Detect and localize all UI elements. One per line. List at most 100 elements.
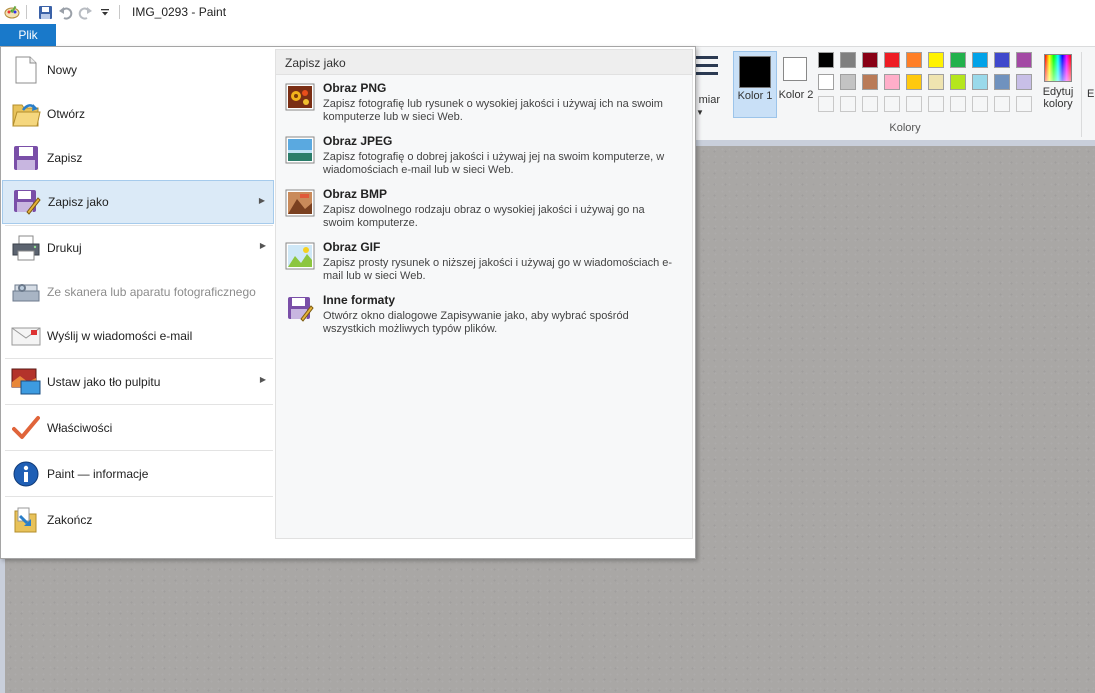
color2-label: Kolor 2 (778, 89, 814, 101)
titlebar-divider (119, 5, 120, 19)
save-as-option-png[interactable]: Obraz PNG Zapisz fotografię lub rysunek … (282, 81, 686, 131)
save-as-option-title: Inne formaty (323, 293, 396, 307)
menu-item-scanner[interactable]: Ze skanera lub aparatu fotograficznego (2, 270, 274, 314)
menu-item-about[interactable]: Paint — informacje (2, 452, 274, 496)
window-title: IMG_0293 - Paint (132, 5, 227, 19)
scanner-icon (11, 277, 41, 307)
palette-swatch[interactable] (928, 74, 944, 90)
save-as-option-gif[interactable]: Obraz GIF Zapisz prosty rysunek o niższe… (282, 240, 686, 290)
palette-custom-slot[interactable] (906, 96, 922, 112)
save-as-option-description: Zapisz prosty rysunek o niższej jakości … (323, 257, 673, 282)
menu-divider (5, 404, 273, 405)
save-as-option-description: Otwórz okno dialogowe Zapisywanie jako, … (323, 310, 629, 335)
menu-item-open[interactable]: Otwórz (2, 92, 274, 136)
save-as-option-jpeg[interactable]: Obraz JPEG Zapisz fotografię o dobrej ja… (282, 134, 686, 184)
palette-custom-slot[interactable] (818, 96, 834, 112)
color1-label: Kolor 1 (737, 90, 773, 102)
colors-group-label: Kolory (889, 122, 921, 134)
palette-swatch[interactable] (906, 52, 922, 68)
color-spectrum-icon (1044, 54, 1072, 82)
menu-item-label: Otwórz (47, 107, 86, 121)
palette-swatch[interactable] (818, 52, 834, 68)
save-as-option-title: Obraz JPEG (323, 134, 393, 148)
palette-swatch[interactable] (972, 52, 988, 68)
save-as-option-description: Zapisz fotografię lub rysunek o wysokiej… (323, 98, 663, 123)
color1-button[interactable]: Kolor 1 (733, 51, 777, 118)
other-formats-icon (285, 295, 315, 325)
redo-icon[interactable] (77, 4, 93, 20)
color2-button[interactable]: Kolor 2 (778, 51, 814, 116)
submenu-arrow-icon: ▶ (258, 196, 265, 205)
save-as-option-title: Obraz BMP (323, 187, 388, 201)
palette-swatch[interactable] (862, 52, 878, 68)
menu-item-label: Ze skanera lub aparatu fotograficznego (47, 285, 256, 299)
palette-swatch[interactable] (840, 74, 856, 90)
palette-swatch[interactable] (818, 74, 834, 90)
palette-swatch[interactable] (884, 52, 900, 68)
gif-image-icon (285, 242, 315, 272)
edit-colors-button[interactable]: Edytuj kolory (1040, 52, 1076, 118)
save-as-option-other-formats[interactable]: Inne formaty Otwórz okno dialogowe Zapis… (282, 293, 686, 343)
save-disk-icon (11, 143, 41, 173)
menu-divider (5, 450, 273, 451)
menu-item-new[interactable]: Nowy (2, 48, 274, 92)
menu-item-email[interactable]: Wyślij w wiadomości e-mail (2, 314, 274, 358)
palette-custom-slot[interactable] (862, 96, 878, 112)
save-as-panel-header: Zapisz jako (276, 50, 692, 75)
save-as-option-bmp[interactable]: Obraz BMP Zapisz dowolnego rodzaju obraz… (282, 187, 686, 237)
palette-swatch[interactable] (950, 74, 966, 90)
palette-custom-slot[interactable] (1016, 96, 1032, 112)
file-menu: Nowy Otwórz Zapisz Zapisz jako ▶ Drukuj … (0, 46, 696, 559)
palette-custom-slot[interactable] (994, 96, 1010, 112)
palette-custom-slot[interactable] (884, 96, 900, 112)
palette-swatch[interactable] (1016, 52, 1032, 68)
email-icon (11, 321, 41, 351)
menu-item-print[interactable]: Drukuj ▶ (2, 226, 274, 270)
edit-colors-label: Edytuj kolory (1042, 86, 1074, 110)
save-as-option-description: Zapisz fotografię o dobrej jakości i uży… (323, 151, 665, 176)
menu-item-exit[interactable]: Zakończ (2, 498, 274, 542)
palette-swatch[interactable] (1016, 74, 1032, 90)
palette-swatch[interactable] (884, 74, 900, 90)
palette-custom-slot[interactable] (840, 96, 856, 112)
palette-swatch[interactable] (840, 52, 856, 68)
paint-app-icon[interactable] (4, 4, 20, 20)
menu-item-label: Właściwości (47, 421, 113, 435)
chevron-down-icon: ▼ (696, 108, 704, 117)
palette-custom-slot[interactable] (950, 96, 966, 112)
palette-custom-slot[interactable] (928, 96, 944, 112)
palette-custom-slot[interactable] (972, 96, 988, 112)
title-bar: IMG_0293 - Paint (0, 0, 1095, 24)
palette-swatch[interactable] (950, 52, 966, 68)
customize-toolbar-icon[interactable] (97, 4, 113, 20)
menu-item-label: Wyślij w wiadomości e-mail (47, 329, 193, 343)
titlebar-divider (26, 5, 27, 19)
color2-swatch (783, 57, 807, 81)
file-menu-commands: Nowy Otwórz Zapisz Zapisz jako ▶ Drukuj … (1, 47, 274, 558)
ribbon-divider (1081, 52, 1082, 137)
quick-save-icon[interactable] (37, 4, 53, 20)
undo-icon[interactable] (57, 4, 73, 20)
menu-item-properties[interactable]: Właściwości (2, 406, 274, 450)
color1-swatch (739, 56, 771, 88)
save-as-icon (12, 187, 42, 217)
palette-swatch[interactable] (928, 52, 944, 68)
file-tab[interactable]: Plik (0, 24, 56, 46)
palette-swatch[interactable] (906, 74, 922, 90)
menu-item-set-desktop-background[interactable]: Ustaw jako tło pulpitu ▶ (2, 360, 274, 404)
palette-swatch[interactable] (862, 74, 878, 90)
ribbon-tab-bar (0, 24, 1095, 47)
menu-item-label: Ustaw jako tło pulpitu (47, 375, 161, 389)
png-image-icon (285, 83, 315, 113)
color-palette (818, 52, 1038, 118)
save-as-option-title: Obraz PNG (323, 81, 387, 95)
palette-swatch[interactable] (972, 74, 988, 90)
submenu-arrow-icon: ▶ (259, 375, 266, 384)
menu-item-save-as[interactable]: Zapisz jako ▶ (2, 180, 274, 224)
size-lines-icon (696, 56, 718, 80)
palette-swatch[interactable] (994, 74, 1010, 90)
palette-swatch[interactable] (994, 52, 1010, 68)
menu-item-save[interactable]: Zapisz (2, 136, 274, 180)
save-as-panel-title: Zapisz jako (285, 56, 346, 70)
exit-icon (11, 505, 41, 535)
